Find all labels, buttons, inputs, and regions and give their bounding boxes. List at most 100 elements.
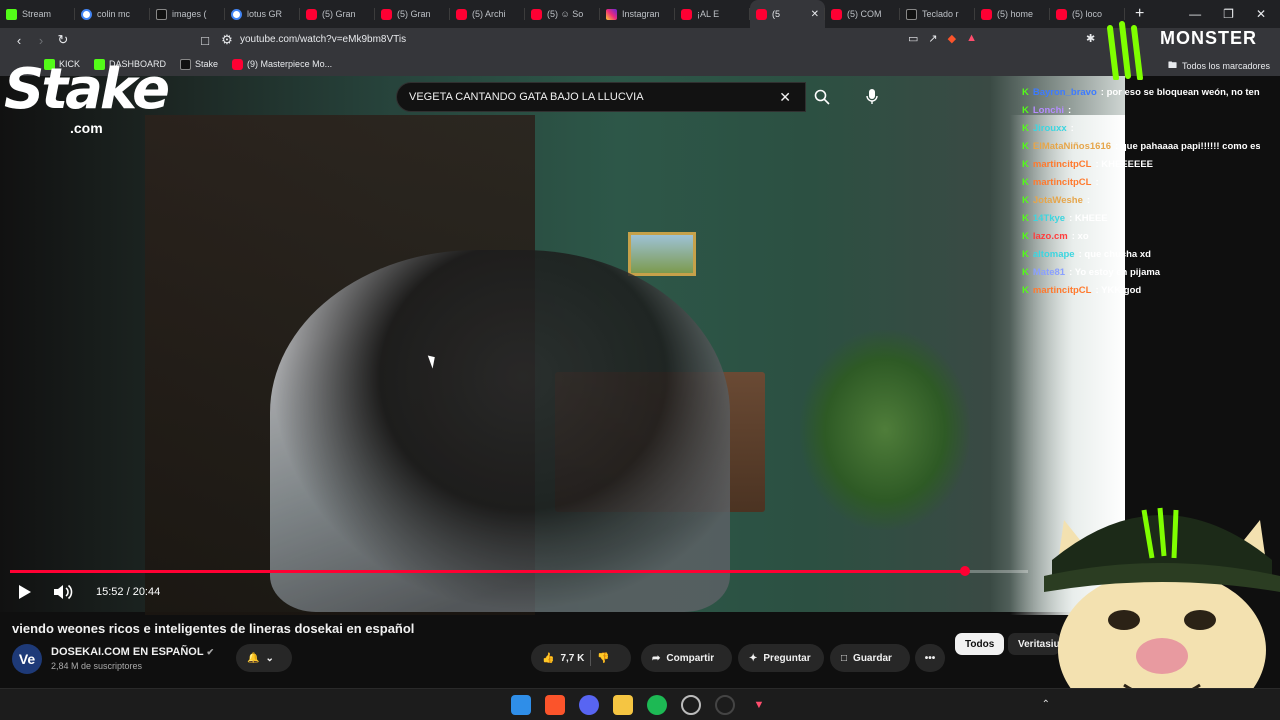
browser-tab-label: (5) loco [1072, 9, 1103, 19]
save-button[interactable]: □ Guardar [830, 644, 910, 672]
bookmark-item[interactable]: (9) Masterpiece Mo... [232, 58, 332, 70]
browser-tab[interactable]: (5) ☺ So [525, 0, 600, 28]
close-tab-icon[interactable]: ✕ [811, 9, 819, 20]
browser-tab[interactable]: images ( [150, 0, 225, 28]
browser-tab-label: lotus GR [247, 9, 283, 19]
close-window-icon[interactable]: ✕ [1256, 7, 1266, 21]
stake-logo-suffix: .com [70, 120, 103, 136]
browser-tab[interactable]: colin mc [75, 0, 150, 28]
site-info-icon[interactable]: ⚙ [216, 32, 238, 48]
brave-browser-icon[interactable] [545, 694, 565, 715]
chat-message: K ElMataNiños1616: que pahaaaa papi!!!!!!… [1022, 138, 1260, 156]
app-icon[interactable] [715, 694, 735, 715]
chip-all[interactable]: Todos [955, 633, 1005, 655]
chat-username: 14Tkye [1032, 213, 1066, 224]
chat-text: : KHEEEEEE [1095, 159, 1154, 170]
youtube-icon [381, 8, 392, 20]
notification-bell-button[interactable]: 🔔 ⌄ [236, 644, 292, 672]
dislike-button[interactable]: 👎 [597, 653, 609, 664]
clear-search-icon[interactable]: ✕ [779, 89, 791, 106]
browser-tab[interactable]: (5) COM [825, 0, 900, 28]
search-input[interactable]: VEGETA CANTANDO GATA BAJO LA LLUCVIA ✕ [396, 82, 806, 112]
chat-username: lazo.cm [1032, 231, 1068, 242]
cast-icon[interactable]: ▭ [908, 32, 918, 45]
chat-message: KmartincitpCL: [1022, 174, 1260, 192]
chat-text: : [1070, 123, 1074, 134]
channel-name[interactable]: DOSEKAI.COM EN ESPAÑOL ✔ [51, 646, 214, 658]
back-icon[interactable]: ‹ [8, 33, 30, 48]
mute-button[interactable] [52, 582, 74, 602]
chat-message: K Mate81: Yo estoy en pijama [1022, 264, 1260, 282]
browser-tab[interactable]: (5) Archi [450, 0, 525, 28]
video-frame-person [270, 250, 730, 612]
kick-badge-icon: K [1022, 123, 1029, 134]
browser-tab[interactable]: (5) Gran [375, 0, 450, 28]
spotify-icon[interactable] [647, 694, 667, 715]
save-label: Guardar [853, 652, 892, 664]
chat-username: JotaWeshe [1032, 195, 1083, 206]
share-page-icon[interactable]: ↗ [928, 32, 937, 45]
browser-tab[interactable]: Instagran [600, 0, 675, 28]
kick-badge-icon: K [1022, 231, 1029, 242]
browser-tab[interactable]: lotus GR [225, 0, 300, 28]
extensions-icon[interactable]: ✱ [1086, 32, 1095, 45]
chat-message: KmartincitpCL: YKK god [1022, 282, 1260, 300]
discord-icon[interactable] [579, 694, 599, 715]
like-dislike-group: 👍 7,7 K 👎 [531, 644, 631, 672]
stake-icon [180, 58, 192, 70]
microphone-icon [866, 89, 878, 104]
youtube-icon [681, 8, 692, 20]
video-title: viendo weones ricos e inteligentes de li… [12, 621, 415, 636]
play-button[interactable] [14, 582, 34, 602]
bookmark-page-icon[interactable]: □ [194, 33, 216, 48]
browser-tab-label: images ( [172, 9, 207, 19]
browser-tab[interactable]: Stream [0, 0, 75, 28]
bookmark-label: Stake [195, 59, 219, 69]
brave-shield-icon[interactable]: ◆ [948, 32, 956, 45]
more-actions-button[interactable]: ••• [915, 644, 945, 672]
browser-tab[interactable]: (5 ✕ [750, 0, 825, 28]
share-button[interactable]: ➦ Compartir [641, 644, 732, 672]
search-button[interactable] [806, 82, 838, 112]
file-explorer-icon[interactable] [613, 694, 633, 715]
channel-name-text: DOSEKAI.COM EN ESPAÑOL [51, 646, 204, 658]
progress-fill [10, 570, 965, 573]
url-field[interactable]: youtube.com/watch?v=eMk9bm8VTis [240, 34, 406, 45]
chat-username: altomape [1032, 249, 1075, 260]
browser-tab[interactable]: (5) home [975, 0, 1050, 28]
kick-badge-icon: K [1022, 213, 1029, 224]
chat-username: Jirouxx [1032, 123, 1067, 134]
reload-icon[interactable]: ↻ [52, 32, 74, 48]
browser-tab[interactable]: Teclado r [900, 0, 975, 28]
minimize-icon[interactable]: — [1189, 7, 1201, 21]
video-progress-bar[interactable] [10, 566, 1028, 576]
voice-search-button[interactable] [856, 82, 888, 112]
brave-rewards-icon[interactable]: ▲ [966, 32, 977, 45]
ask-button[interactable]: ✦ Preguntar [738, 644, 824, 672]
bell-icon: 🔔 [247, 652, 260, 664]
browser-tab-label: colin mc [97, 9, 131, 19]
chat-username: martincitpCL [1032, 159, 1092, 170]
browser-tab[interactable]: (5) Gran [300, 0, 375, 28]
subscriber-count: 2,84 M de suscriptores [51, 661, 143, 671]
channel-avatar[interactable]: Ve [12, 644, 42, 674]
like-count: 7,7 K [560, 652, 585, 664]
restore-icon[interactable]: ❐ [1223, 7, 1234, 21]
chat-message: K 14Tkye: KHEEE [1022, 210, 1260, 228]
browser-tab-label: Teclado r [922, 9, 959, 19]
windows-start-icon[interactable] [511, 694, 531, 715]
chat-username: Lonchi [1032, 105, 1065, 116]
browser-tab[interactable]: ¡AL E [675, 0, 750, 28]
obs-icon[interactable] [681, 694, 701, 715]
app-icon-red[interactable]: ▼ [749, 695, 769, 715]
kick-badge-icon: K [1022, 105, 1029, 116]
browser-tab-label: Instagran [622, 9, 660, 19]
bookmark-item[interactable]: Stake [180, 58, 219, 70]
like-button[interactable]: 👍 7,7 K [542, 653, 584, 664]
google-icon [81, 8, 92, 20]
chat-message: K Bayron_bravo: por eso se bloquean weón,… [1022, 84, 1260, 102]
tray-chevron-icon[interactable]: ⌃ [1042, 699, 1050, 710]
progress-scrubber[interactable] [959, 566, 970, 576]
forward-icon[interactable]: › [30, 33, 52, 48]
bookmark-icon: □ [841, 652, 848, 664]
